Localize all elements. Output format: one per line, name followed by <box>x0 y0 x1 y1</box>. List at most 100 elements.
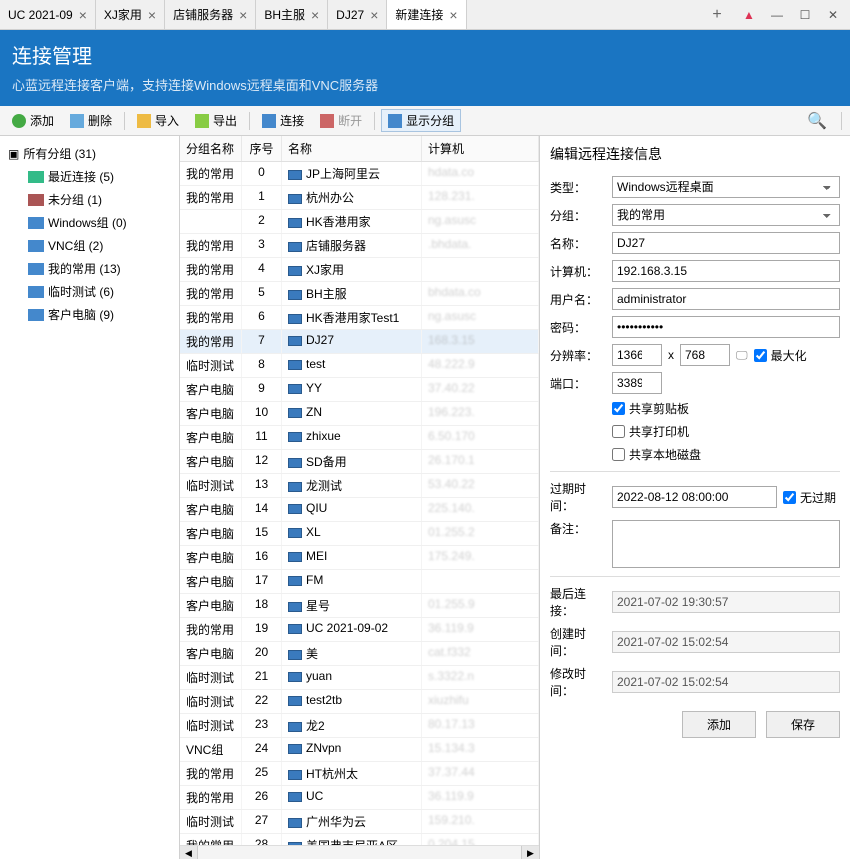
tab-close-icon[interactable]: × <box>311 7 319 23</box>
tab-4[interactable]: DJ27× <box>328 0 387 29</box>
username-input[interactable] <box>612 288 840 310</box>
table-row[interactable]: 临时测试13龙测试53.40.22 <box>180 474 539 498</box>
label-name: 名称： <box>550 235 606 252</box>
app-subtitle: 心蓝远程连接客户端，支持连接Windows远程桌面和VNC服务器 <box>12 75 838 94</box>
table-row[interactable]: 我的常用3店铺服务器.bhdata. <box>180 234 539 258</box>
table-row[interactable]: 客户电脑17FM <box>180 570 539 594</box>
export-button[interactable]: 导出 <box>189 110 243 131</box>
monitor-icon <box>288 792 302 802</box>
search-icon[interactable]: 🔍 <box>799 111 835 131</box>
group-icon <box>388 114 402 128</box>
horizontal-scrollbar[interactable]: ◀▶ <box>180 845 539 859</box>
table-row[interactable]: 我的常用26UC36.119.9 <box>180 786 539 810</box>
tab-0[interactable]: UC 2021-09× <box>0 0 96 29</box>
type-select[interactable]: Windows远程桌面 <box>612 176 840 198</box>
delete-button[interactable]: 删除 <box>64 110 118 131</box>
password-input[interactable] <box>612 316 840 338</box>
table-row[interactable]: 临时测试21yuans.3322.n <box>180 666 539 690</box>
tab-1[interactable]: XJ家用× <box>96 0 165 29</box>
monitor-icon <box>288 770 302 780</box>
user-icon[interactable]: ▲ <box>742 8 756 22</box>
titlebar: UC 2021-09×XJ家用×店铺服务器×BH主服×DJ27×新建连接× + … <box>0 0 850 30</box>
table-row[interactable]: 临时测试8test48.222.9 <box>180 354 539 378</box>
col-group[interactable]: 分组名称 <box>180 136 242 161</box>
table-row[interactable]: 我的常用25HT杭州太37.37.44 <box>180 762 539 786</box>
table-row[interactable]: VNC组24ZNvpn15.134.3 <box>180 738 539 762</box>
sidebar: ▣所有分组 (31) 最近连接 (5)未分组 (1)Windows组 (0)VN… <box>0 136 180 859</box>
tree-item-4[interactable]: 我的常用 (13) <box>4 257 175 280</box>
monitor-icon[interactable]: 🖵 <box>736 348 748 363</box>
form-title: 编辑远程连接信息 <box>550 144 840 164</box>
table-row[interactable]: 我的常用5BH主服bhdata.co <box>180 282 539 306</box>
table-row[interactable]: 临时测试27广州华为云159.210. <box>180 810 539 834</box>
table-row[interactable]: 我的常用0JP上海阿里云hdata.co <box>180 162 539 186</box>
tab-close-icon[interactable]: × <box>239 7 247 23</box>
showgroup-button[interactable]: 显示分组 <box>381 109 461 132</box>
minimize-button[interactable]: — <box>770 8 784 22</box>
remark-textarea[interactable] <box>612 520 840 568</box>
tab-close-icon[interactable]: × <box>79 7 87 23</box>
tree-item-0[interactable]: 最近连接 (5) <box>4 165 175 188</box>
tab-close-icon[interactable]: × <box>148 7 156 23</box>
table-row[interactable]: 客户电脑14QIU225.140. <box>180 498 539 522</box>
table-row[interactable]: 我的常用6HK香港用家Test1ng.asusc <box>180 306 539 330</box>
table-row[interactable]: 客户电脑12SD备用26.170.1 <box>180 450 539 474</box>
tab-close-icon[interactable]: × <box>370 7 378 23</box>
share-printer-checkbox[interactable]: 共享打印机 <box>612 423 689 440</box>
res-height-input[interactable] <box>680 344 730 366</box>
table-row[interactable]: 客户电脑11zhixue6.50.170 <box>180 426 539 450</box>
maximize-checkbox[interactable]: 最大化 <box>754 347 807 364</box>
disconnect-button[interactable]: 断开 <box>314 110 368 131</box>
table-row[interactable]: 临时测试22test2tbxiuzhifu <box>180 690 539 714</box>
table-row[interactable]: 客户电脑15XL01.255.2 <box>180 522 539 546</box>
table-row[interactable]: 客户电脑18星号01.255.9 <box>180 594 539 618</box>
new-tab-button[interactable]: + <box>702 0 732 29</box>
share-disk-checkbox[interactable]: 共享本地磁盘 <box>612 446 701 463</box>
tab-close-icon[interactable]: × <box>449 7 457 23</box>
tree-root[interactable]: ▣所有分组 (31) <box>4 142 175 165</box>
monitor-icon <box>288 696 302 706</box>
tree-item-3[interactable]: VNC组 (2) <box>4 234 175 257</box>
folder-icon <box>28 194 44 206</box>
connect-button[interactable]: 连接 <box>256 110 310 131</box>
label-pwd: 密码： <box>550 319 606 336</box>
table-row[interactable]: 客户电脑20美cat.f332 <box>180 642 539 666</box>
expire-input[interactable] <box>612 486 777 508</box>
tree-item-1[interactable]: 未分组 (1) <box>4 188 175 211</box>
table-row[interactable]: 临时测试23龙280.17.13 <box>180 714 539 738</box>
tree-item-6[interactable]: 客户电脑 (9) <box>4 303 175 326</box>
add-button[interactable]: 添加 <box>6 110 60 131</box>
table-row[interactable]: 我的常用4XJ家用 <box>180 258 539 282</box>
col-seq[interactable]: 序号 <box>242 136 282 161</box>
table-row[interactable]: 客户电脑9YY37.40.22 <box>180 378 539 402</box>
tab-2[interactable]: 店铺服务器× <box>165 0 256 29</box>
table-row[interactable]: 我的常用28美国弗吉尼亚A区0.204.15 <box>180 834 539 845</box>
tree-item-5[interactable]: 临时测试 (6) <box>4 280 175 303</box>
form-save-button[interactable]: 保存 <box>766 711 840 738</box>
monitor-icon <box>288 360 302 370</box>
table-row[interactable]: 我的常用19UC 2021-09-0236.119.9 <box>180 618 539 642</box>
tree-item-2[interactable]: Windows组 (0) <box>4 211 175 234</box>
table-row[interactable]: 我的常用1杭州办公128.231. <box>180 186 539 210</box>
share-clipboard-checkbox[interactable]: 共享剪贴板 <box>612 400 689 417</box>
computer-input[interactable] <box>612 260 840 282</box>
name-input[interactable] <box>612 232 840 254</box>
table-row[interactable]: 2HK香港用家ng.asusc <box>180 210 539 234</box>
tab-3[interactable]: BH主服× <box>256 0 328 29</box>
table-row[interactable]: 我的常用7DJ27168.3.15 <box>180 330 539 354</box>
table-row[interactable]: 客户电脑16MEI175.249. <box>180 546 539 570</box>
import-button[interactable]: 导入 <box>131 110 185 131</box>
monitor-icon <box>288 242 302 252</box>
res-width-input[interactable] <box>612 344 662 366</box>
toolbar: 添加 删除 导入 导出 连接 断开 显示分组 🔍 <box>0 106 850 136</box>
col-pc[interactable]: 计算机 <box>422 136 539 161</box>
tab-5[interactable]: 新建连接× <box>387 0 466 29</box>
close-button[interactable]: ✕ <box>826 8 840 22</box>
group-select[interactable]: 我的常用 <box>612 204 840 226</box>
noexpire-checkbox[interactable]: 无过期 <box>783 489 836 506</box>
col-name[interactable]: 名称 <box>282 136 422 161</box>
port-input[interactable] <box>612 372 662 394</box>
maximize-button[interactable]: ☐ <box>798 8 812 22</box>
table-row[interactable]: 客户电脑10ZN196.223. <box>180 402 539 426</box>
form-add-button[interactable]: 添加 <box>682 711 756 738</box>
